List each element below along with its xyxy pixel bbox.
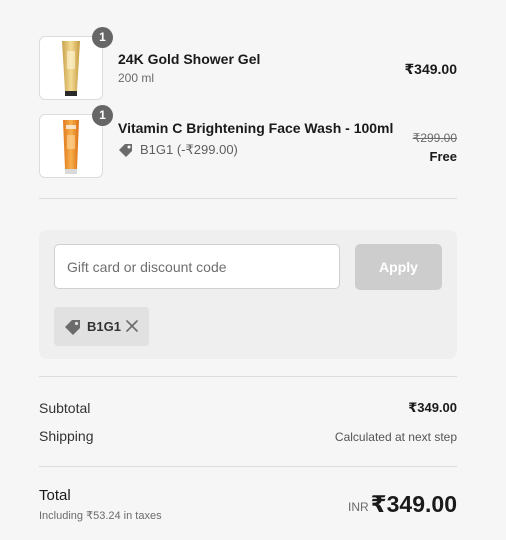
discount-code-tag: B1G1 <box>54 307 149 346</box>
gold-shower-gel-tube-image <box>62 41 80 96</box>
product-variant: 200 ml <box>118 71 155 85</box>
discount-panel: Apply B1G1 <box>39 230 457 359</box>
applied-discount: B1G1 (-₹299.00) <box>118 141 238 159</box>
line-price: ₹349.00 <box>404 61 457 77</box>
shipping-value: Calculated at next step <box>334 430 457 444</box>
product-thumbnail: 1 <box>39 105 113 178</box>
order-summary: 1 24K Gold Shower Gel 200 ml ₹349.00 1 V… <box>0 0 506 540</box>
line-item: 1 Vitamin C Brightening Face Wash - 100m… <box>39 105 457 178</box>
product-name: Vitamin C Brightening Face Wash - 100ml <box>118 120 394 136</box>
divider <box>39 376 457 377</box>
divider <box>39 198 457 199</box>
close-icon[interactable] <box>125 319 139 333</box>
subtotal-label: Subtotal <box>39 400 91 416</box>
product-thumbnail: 1 <box>39 27 113 100</box>
line-item: 1 24K Gold Shower Gel 200 ml ₹349.00 <box>39 27 457 100</box>
divider <box>39 466 457 467</box>
discount-label: B1G1 (-₹299.00) <box>140 142 238 157</box>
line-price: Free <box>429 149 457 164</box>
total-label: Total <box>39 487 71 504</box>
currency-code: INR <box>348 500 369 514</box>
price-tag-icon <box>119 144 132 157</box>
shipping-label: Shipping <box>39 428 94 444</box>
price-tag-icon <box>64 318 82 336</box>
quantity-badge: 1 <box>92 27 113 48</box>
discount-code-label: B1G1 <box>87 319 121 334</box>
total-value: ₹349.00 <box>370 491 457 517</box>
apply-button[interactable]: Apply <box>355 244 442 290</box>
subtotal-value: ₹349.00 <box>408 400 457 415</box>
vitamin-c-face-wash-tube-image <box>63 120 79 174</box>
discount-code-input[interactable] <box>54 244 340 289</box>
quantity-badge: 1 <box>92 105 113 126</box>
original-price: ₹299.00 <box>412 131 457 145</box>
tax-note: Including ₹53.24 in taxes <box>39 510 162 522</box>
product-name: 24K Gold Shower Gel <box>118 51 261 67</box>
